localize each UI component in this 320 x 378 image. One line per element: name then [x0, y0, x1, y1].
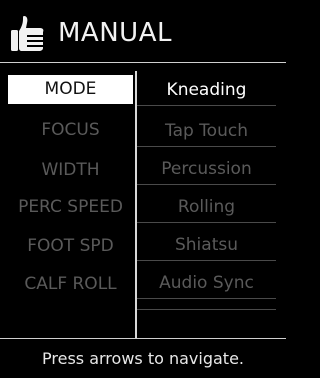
option-rolling[interactable]: Rolling	[137, 192, 276, 223]
setting-item-perc-speed[interactable]: PERC SPEED	[8, 193, 133, 222]
setting-item-width[interactable]: WIDTH	[8, 156, 133, 185]
setting-item-focus[interactable]: FOCUS	[8, 116, 133, 145]
option-tap-touch[interactable]: Tap Touch	[137, 116, 276, 147]
footer-bar: Press arrows to navigate.	[0, 338, 286, 378]
setting-item-foot-spd[interactable]: FOOT SPD	[8, 232, 133, 261]
option-kneading[interactable]: Kneading	[137, 75, 276, 106]
page-title: MANUAL	[58, 18, 172, 48]
list-divider	[137, 309, 276, 310]
setting-item-mode[interactable]: MODE	[8, 75, 133, 104]
option-percussion[interactable]: Percussion	[137, 154, 276, 185]
thumbs-up-icon	[11, 16, 44, 51]
option-shiatsu[interactable]: Shiatsu	[137, 230, 276, 261]
menu-area: MODE FOCUS WIDTH PERC SPEED FOOT SPD CAL…	[0, 63, 286, 338]
header-bar: MANUAL	[0, 0, 286, 63]
navigation-hint: Press arrows to navigate.	[42, 349, 244, 368]
setting-item-calf-roll[interactable]: CALF ROLL	[8, 270, 133, 299]
option-audio-sync[interactable]: Audio Sync	[137, 268, 276, 299]
